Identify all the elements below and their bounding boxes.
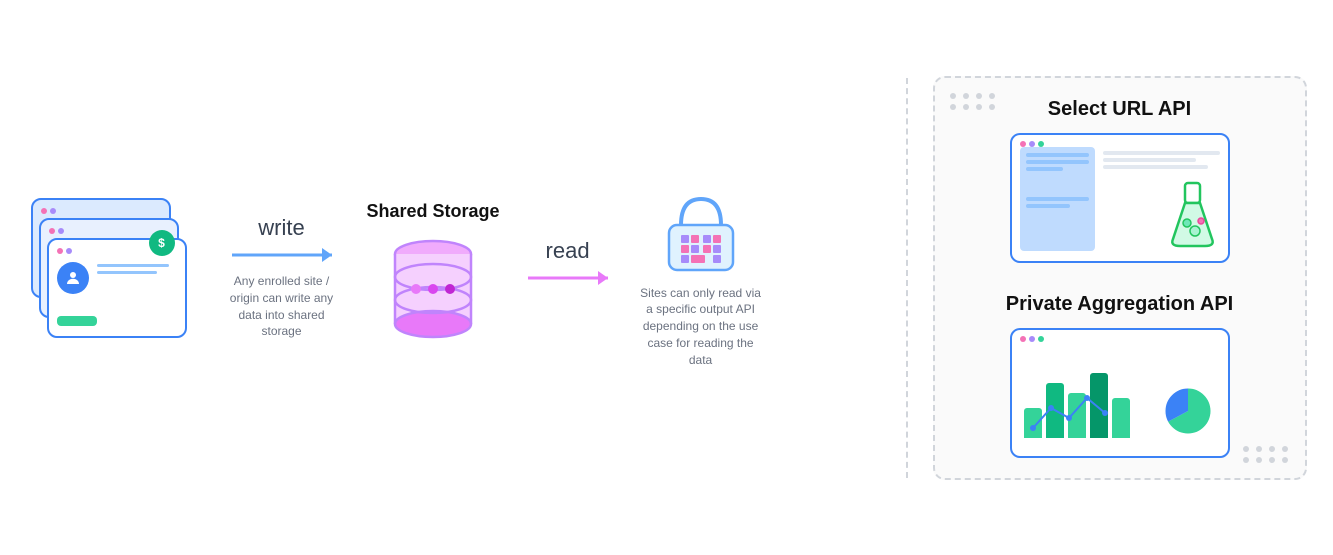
select-url-api-title: Select URL API xyxy=(1048,98,1191,121)
site-card-front: $ xyxy=(47,238,187,338)
private-aggregation-api-item: Private Aggregation API xyxy=(950,293,1290,458)
grid-dot xyxy=(989,93,995,99)
url-line xyxy=(1026,167,1064,171)
card-lines xyxy=(97,264,169,274)
url-line xyxy=(1026,160,1089,164)
url-right-line xyxy=(1103,158,1197,162)
grid-dot xyxy=(1256,457,1262,463)
select-url-api-illustration xyxy=(1010,133,1230,263)
grid-dot xyxy=(963,93,969,99)
right-panel-wrapper: Select URL API xyxy=(933,76,1307,480)
grid-dot xyxy=(1282,457,1288,463)
grid-dot xyxy=(1282,446,1288,452)
database-section: Shared Storage xyxy=(367,201,500,354)
grid-dot xyxy=(963,104,969,110)
dot-pink-icon xyxy=(57,248,63,254)
site-cards: $ xyxy=(27,178,207,378)
right-panel: Select URL API xyxy=(950,98,1290,458)
database-icon xyxy=(388,234,478,354)
write-desc: Any enrolled site / origin can write any… xyxy=(222,273,342,340)
pie-chart-icon xyxy=(1163,386,1213,436)
private-aggregation-api-illustration xyxy=(1010,328,1230,458)
write-label: write xyxy=(258,215,304,241)
url-left-panel xyxy=(1020,147,1095,251)
url-line xyxy=(1026,153,1089,157)
main-container: $ write Any enrolled site / origin can w… xyxy=(27,28,1307,528)
dot-green xyxy=(1038,141,1044,147)
dot-purple xyxy=(58,228,64,234)
dot-pink xyxy=(41,208,47,214)
read-label: read xyxy=(546,238,590,264)
grid-dot xyxy=(950,104,956,110)
read-arrow-section: read xyxy=(520,238,616,288)
coin-icon: $ xyxy=(149,230,175,256)
grid-dot xyxy=(989,104,995,110)
dots-grid-bottom xyxy=(1243,446,1290,463)
card-line xyxy=(97,264,169,267)
shared-storage-title: Shared Storage xyxy=(367,201,500,222)
dot-pink xyxy=(49,228,55,234)
grid-dot xyxy=(1256,446,1262,452)
url-line xyxy=(1026,204,1070,208)
write-section: write Any enrolled site / origin can wri… xyxy=(222,215,342,340)
spacer xyxy=(1026,174,1089,194)
dots-grid-top xyxy=(950,93,997,110)
lock-icon xyxy=(661,187,741,277)
write-arrow xyxy=(232,245,332,265)
url-right-panel xyxy=(1103,147,1220,251)
grid-dot xyxy=(1243,446,1249,452)
private-aggregation-api-title: Private Aggregation API xyxy=(1006,293,1233,316)
dot-purple-icon xyxy=(66,248,72,254)
agg-chart-area xyxy=(1012,342,1228,446)
card-line xyxy=(97,271,157,274)
card-button xyxy=(57,316,97,326)
dot-purple xyxy=(1029,141,1035,147)
grid-dot xyxy=(1269,446,1275,452)
agg-dots xyxy=(1012,330,1228,342)
diagram-area: $ write Any enrolled site / origin can w… xyxy=(27,158,881,398)
avatar-icon xyxy=(57,262,89,294)
grid-dot xyxy=(950,93,956,99)
read-desc: Sites can only read via a specific outpu… xyxy=(636,285,766,369)
select-url-api-item: Select URL API xyxy=(950,98,1290,263)
dot-pink xyxy=(1020,141,1026,147)
api-dots xyxy=(1012,135,1228,147)
grid-dot xyxy=(1269,457,1275,463)
divider xyxy=(906,78,908,478)
grid-dot xyxy=(976,104,982,110)
dot-purple xyxy=(50,208,56,214)
grid-dot xyxy=(1243,457,1249,463)
lock-section: Sites can only read via a specific outpu… xyxy=(636,187,766,369)
flask-icon xyxy=(1165,181,1220,251)
url-line xyxy=(1026,197,1089,201)
grid-dot xyxy=(976,93,982,99)
url-right-line xyxy=(1103,165,1208,169)
line-chart-icon xyxy=(1024,363,1154,438)
url-right-line xyxy=(1103,151,1220,155)
url-api-content xyxy=(1012,147,1228,251)
read-arrow xyxy=(528,268,608,288)
